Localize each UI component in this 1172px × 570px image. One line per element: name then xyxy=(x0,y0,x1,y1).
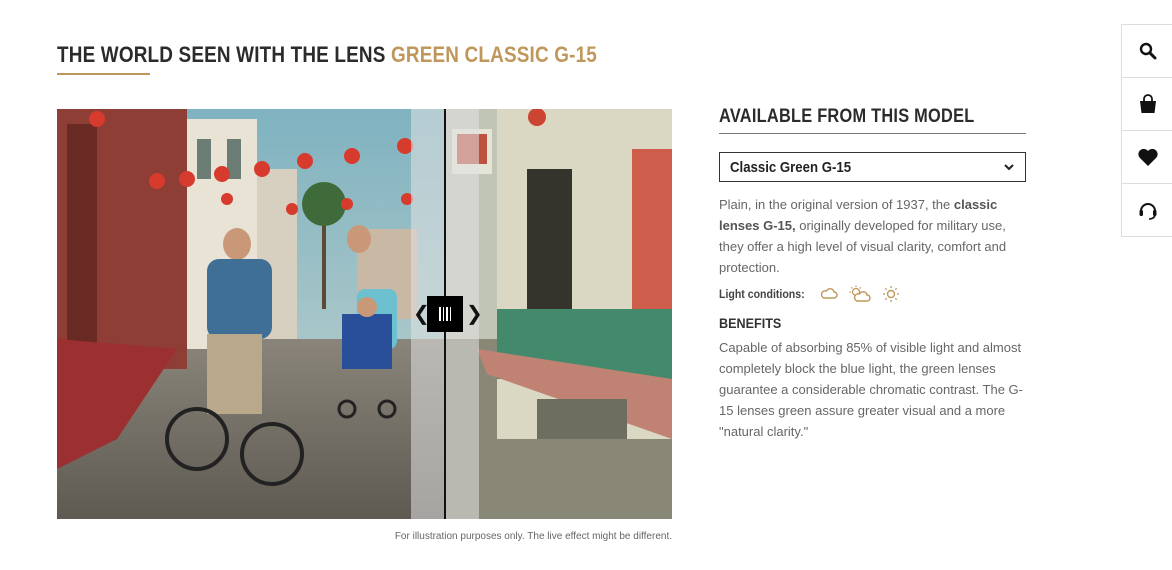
panel-title: AVAILABLE FROM THIS MODEL xyxy=(719,106,975,127)
title-prefix: THE WORLD SEEN WITH THE LENS xyxy=(57,42,386,67)
grip-icon xyxy=(439,307,451,321)
benefits-title: BENEFITS xyxy=(719,315,782,331)
page-title: THE WORLD SEEN WITH THE LENS GREEN CLASS… xyxy=(57,42,597,68)
title-accent: GREEN CLASSIC G-15 xyxy=(390,42,597,67)
cart-button[interactable] xyxy=(1122,78,1172,131)
slider-drag-handle[interactable] xyxy=(427,296,463,332)
partly-sunny-icon xyxy=(849,285,871,302)
title-underline xyxy=(57,73,150,75)
lens-description: Plain, in the original version of 1937, … xyxy=(719,194,1026,278)
light-conditions-label: Light conditions: xyxy=(719,287,805,301)
illustration-disclaimer: For illustration purposes only. The live… xyxy=(394,531,672,542)
search-button[interactable] xyxy=(1122,25,1172,78)
lens-select-dropdown[interactable]: Classic Green G-15 xyxy=(719,152,1026,182)
lens-comparison-slider[interactable]: ❮ ❯ xyxy=(57,109,672,519)
sun-icon xyxy=(883,286,900,302)
slider-right-arrow-icon[interactable]: ❯ xyxy=(466,302,483,324)
support-button[interactable] xyxy=(1122,184,1172,236)
description-text: Plain, in the original version of 1937, … xyxy=(719,197,954,212)
search-icon xyxy=(1139,42,1156,60)
model-panel: AVAILABLE FROM THIS MODEL Classic Green … xyxy=(719,106,1026,442)
wishlist-button[interactable] xyxy=(1122,131,1172,184)
cloud-icon xyxy=(821,288,838,299)
light-conditions: Light conditions: xyxy=(719,285,1026,303)
shopping-bag-icon xyxy=(1139,94,1156,113)
chevron-down-icon xyxy=(1004,164,1014,171)
benefits-text: Capable of absorbing 85% of visible ligh… xyxy=(719,340,1023,439)
heart-icon xyxy=(1137,148,1158,166)
support-icon xyxy=(1139,203,1156,220)
selected-lens-value: Classic Green G-15 xyxy=(730,158,852,176)
panel-divider xyxy=(719,133,1026,134)
side-toolbar xyxy=(1121,24,1172,237)
